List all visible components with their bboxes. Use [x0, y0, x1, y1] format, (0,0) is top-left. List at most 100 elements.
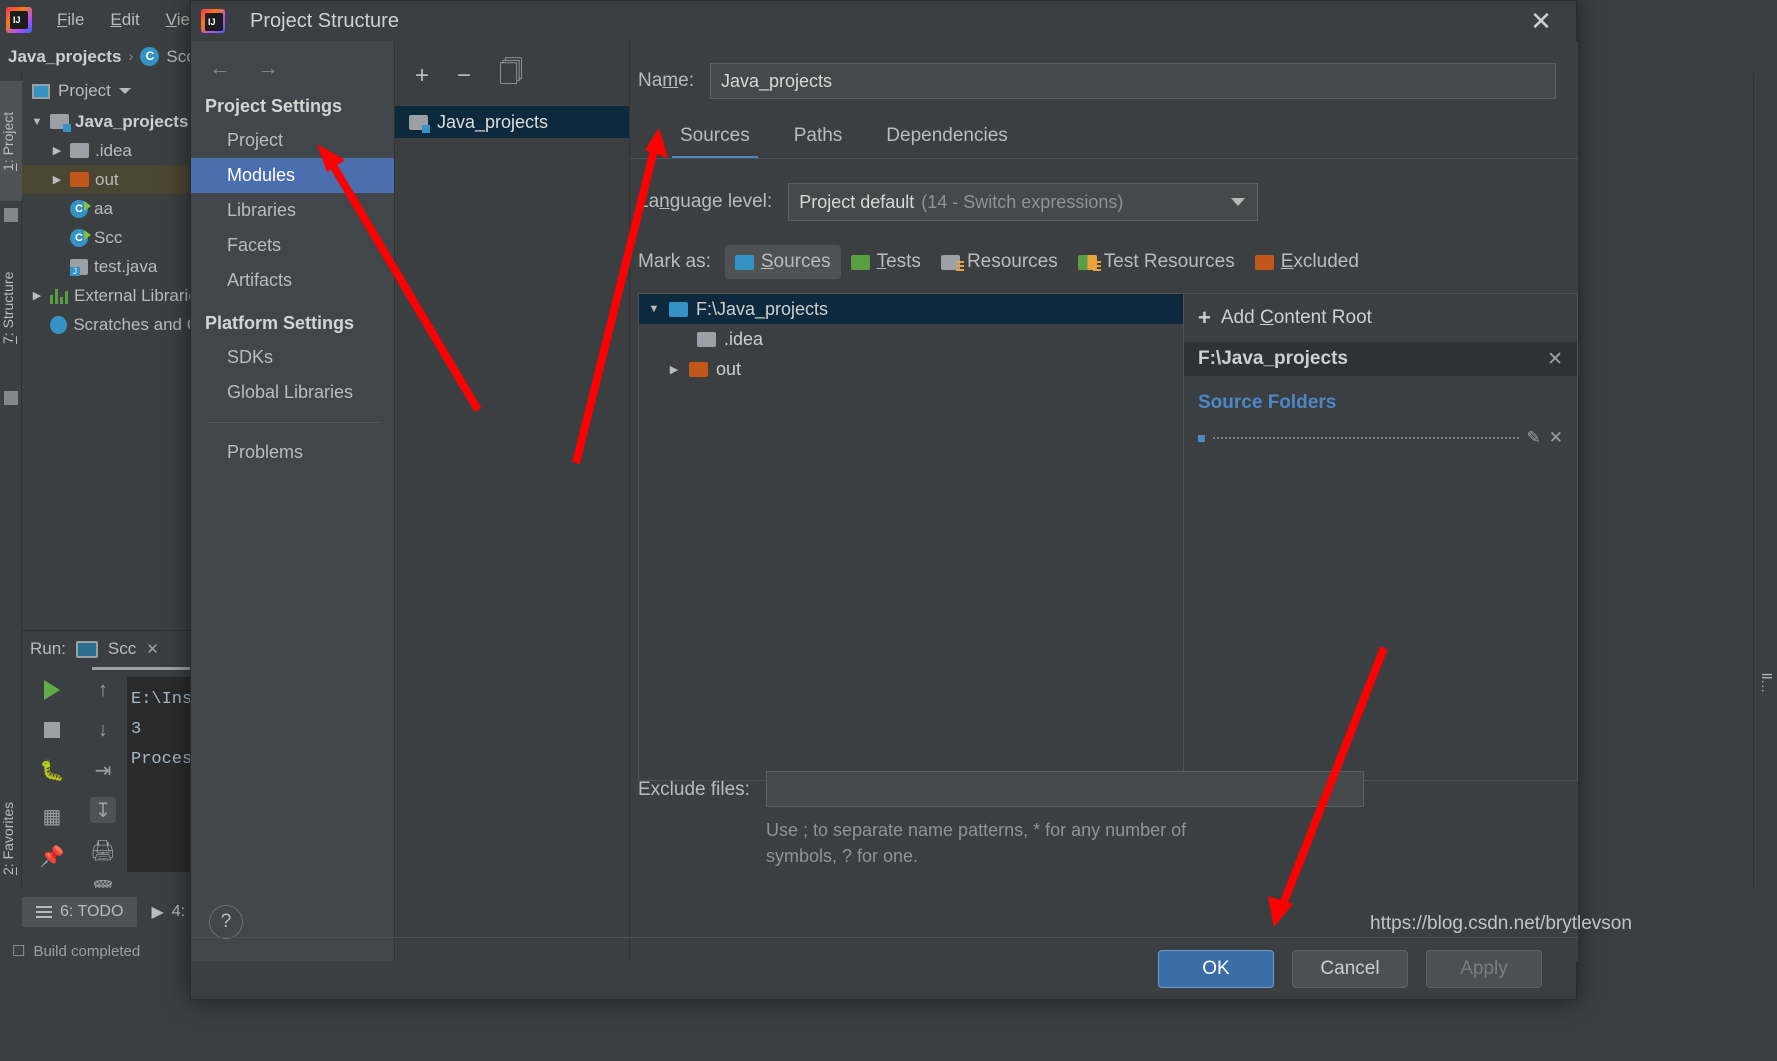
breadcrumb-project[interactable]: Java_projects — [8, 47, 121, 67]
sidebar-item-facets[interactable]: Facets — [191, 228, 394, 263]
sidebar-item-project[interactable]: Project — [191, 123, 394, 158]
remove-source-folder-icon[interactable]: ✕ — [1549, 428, 1563, 448]
add-module-button[interactable]: + — [415, 62, 429, 90]
tab-dependencies[interactable]: Dependencies — [864, 119, 1029, 159]
mark-as-row: Mark as: Sources Tests Resources Test Re… — [630, 221, 1578, 279]
mark-as-resources-label: Resources — [966, 251, 1058, 272]
project-tree-item[interactable]: C aa — [22, 194, 199, 223]
sidebar-item-modules[interactable]: Modules — [191, 158, 394, 193]
apply-button[interactable]: Apply — [1426, 949, 1542, 988]
module-detail-column: Name: Sources Paths Dependencies Languag… — [629, 41, 1578, 961]
exclude-files-input[interactable] — [765, 771, 1364, 807]
content-root-row[interactable]: F:\Java_projects ✕ — [1184, 342, 1577, 376]
layout-button[interactable]: ▦ — [39, 803, 65, 829]
stop-button[interactable] — [39, 717, 65, 743]
run-tab-name[interactable]: Scc — [108, 639, 136, 659]
mark-as-excluded-button[interactable]: Excluded — [1245, 245, 1369, 279]
copy-module-icon[interactable]: 🗍 — [499, 55, 523, 96]
sidebar-item-artifacts[interactable]: Artifacts — [191, 263, 394, 298]
up-arrow-button[interactable]: ↑ — [90, 677, 116, 703]
tool-tab-favorites[interactable]: 2: Favorites — [0, 773, 22, 903]
nav-group-title: Platform Settings — [205, 313, 355, 333]
project-tree-label: aa — [94, 198, 113, 218]
pin-button[interactable]: 📌 — [39, 843, 65, 869]
close-icon[interactable]: ✕ — [146, 640, 159, 658]
sidebar-item-global-libraries[interactable]: Global Libraries — [191, 375, 394, 410]
class-runnable-icon: C — [70, 199, 91, 218]
twisty-icon[interactable]: ▶ — [50, 173, 64, 186]
project-tree-label: test.java — [94, 256, 158, 276]
soft-wrap-button[interactable]: ⇥ — [90, 757, 116, 783]
folder-orange-icon — [689, 361, 708, 377]
project-tree-item[interactable]: ▼ Java_projects — [22, 107, 199, 136]
mark-as-sources-label: Sources — [760, 251, 831, 272]
close-icon[interactable]: ✕ — [1526, 6, 1556, 36]
sidebar-item-libraries[interactable]: Libraries — [191, 193, 394, 228]
mark-as-test-resources-button[interactable]: Test Resources — [1068, 245, 1245, 279]
scroll-to-end-button[interactable]: ↧ — [90, 797, 116, 823]
project-tree-label: Scc — [94, 227, 123, 247]
folder-gray-icon — [70, 143, 89, 158]
twisty-icon[interactable]: ▶ — [30, 289, 44, 302]
twisty-icon[interactable]: ▶ — [50, 144, 64, 157]
project-tree-item[interactable]: C Scc — [22, 223, 199, 252]
folder-blue-icon — [734, 254, 754, 270]
content-tree-row[interactable]: ▶ out — [639, 354, 1183, 384]
back-arrow-icon[interactable]: ← — [209, 55, 231, 81]
help-button[interactable]: ? — [209, 905, 243, 939]
chevron-down-icon[interactable] — [118, 88, 131, 94]
sidebar-item-sdks[interactable]: SDKs — [191, 340, 394, 375]
tool-tab-project[interactable]: 1: Project — [0, 81, 22, 201]
down-arrow-button[interactable]: ↓ — [90, 717, 116, 743]
content-root-path: F:\Java_projects — [1198, 348, 1348, 369]
mark-as-sources-button[interactable]: Sources — [724, 245, 841, 279]
pencil-icon[interactable]: ✎ — [1527, 428, 1541, 448]
forward-arrow-icon[interactable]: → — [257, 55, 279, 81]
remove-module-button[interactable]: − — [457, 62, 471, 90]
ok-button[interactable]: OK — [1158, 949, 1274, 988]
content-tree-row[interactable]: ▼ F:\Java_projects — [639, 294, 1183, 324]
remove-content-root-icon[interactable]: ✕ — [1547, 348, 1563, 371]
content-tree-row[interactable]: .idea — [639, 324, 1183, 354]
print-button[interactable]: 🖨 — [90, 837, 116, 863]
nav-group-title: Project Settings — [205, 96, 343, 116]
module-name-input[interactable] — [709, 63, 1556, 99]
twisty-icon[interactable]: ▶ — [667, 363, 681, 376]
sidebar-item-problems[interactable]: Problems — [191, 435, 394, 470]
module-list-item[interactable]: Java_projects — [395, 106, 629, 138]
mark-as-resources-button[interactable]: Resources — [931, 245, 1068, 279]
project-tree-item[interactable]: Scratches and C — [22, 310, 199, 339]
tab-sources[interactable]: Sources — [658, 119, 772, 159]
folder-green-icon — [850, 254, 870, 270]
mark-as-tests-button[interactable]: Tests — [841, 245, 931, 279]
cancel-button[interactable]: Cancel — [1292, 949, 1408, 988]
project-pane-header[interactable]: Project — [22, 73, 199, 107]
project-tree-item[interactable]: ▶ .idea — [22, 136, 199, 165]
exclude-files-hint: Use ; to separate name patterns, * for a… — [766, 807, 1364, 869]
tool-tab-structure[interactable]: 7: Structure — [0, 233, 22, 383]
content-tree-label: .idea — [724, 328, 764, 349]
menu-edit[interactable]: Edit — [97, 4, 152, 36]
plus-icon: + — [1198, 305, 1211, 330]
structure-strip-icon — [4, 391, 18, 405]
add-content-root-label: Add Content Root — [1220, 307, 1372, 328]
modules-toolbar: + − 🗍 — [395, 41, 629, 106]
twisty-icon[interactable]: ▼ — [30, 116, 44, 128]
source-folder-entry: ✎ ✕ — [1184, 414, 1577, 448]
language-level-select[interactable]: Project default (14 - Switch expressions… — [788, 183, 1259, 221]
debug-button[interactable]: 🐛 — [39, 757, 65, 783]
project-tree-item[interactable]: ▶ out — [22, 165, 199, 194]
scratches-icon — [50, 315, 68, 334]
folder-orange-icon — [70, 172, 89, 187]
breadcrumb-separator: › — [128, 48, 134, 65]
rerun-button[interactable] — [39, 677, 65, 703]
menu-file[interactable]: FFileile — [44, 4, 97, 36]
tab-paths[interactable]: Paths — [772, 119, 865, 159]
chevron-down-icon[interactable] — [1231, 198, 1246, 206]
status-todo[interactable]: 6: TODO — [22, 897, 138, 927]
project-tree-item[interactable]: test.java — [22, 252, 199, 281]
add-content-root-button[interactable]: + Add Content Root — [1184, 294, 1577, 342]
project-tree-item[interactable]: ▶ External Librarie — [22, 281, 199, 310]
twisty-icon[interactable]: ▼ — [647, 303, 661, 315]
source-folders-heading: Source Folders — [1198, 392, 1337, 413]
